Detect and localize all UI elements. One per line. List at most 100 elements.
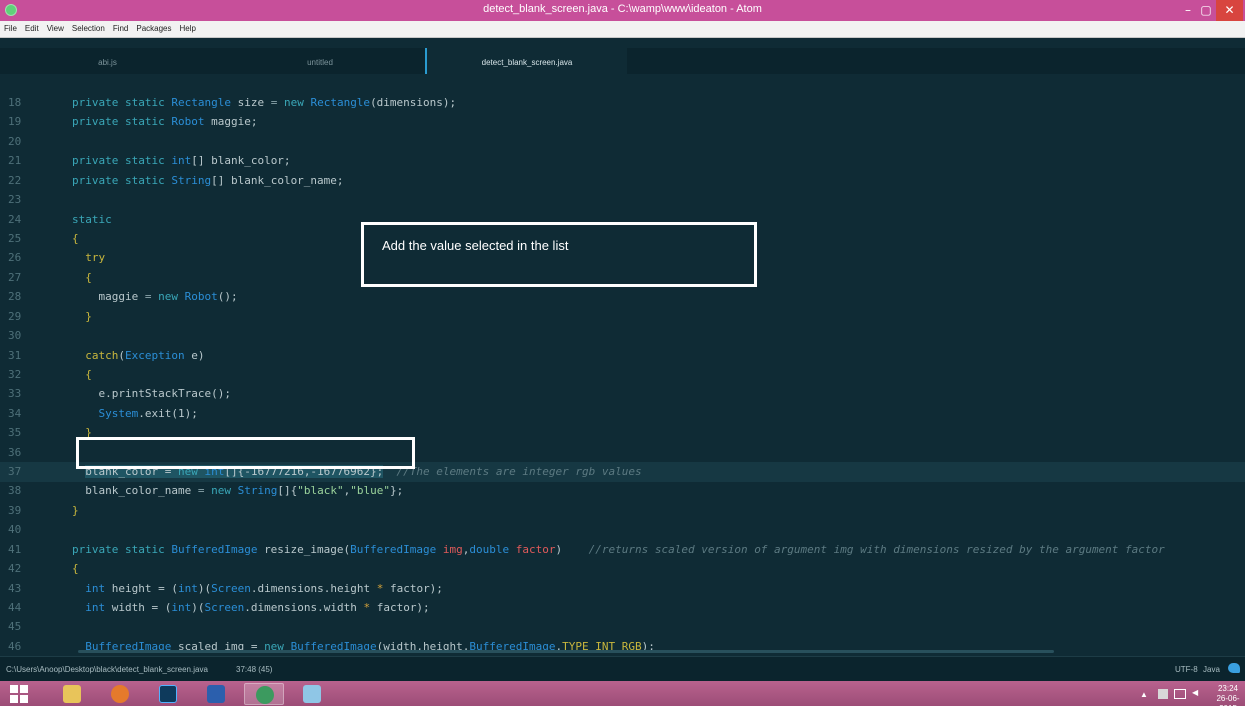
status-grammar[interactable]: Java — [1203, 665, 1220, 674]
code-text: private static BufferedImage resize_imag… — [72, 543, 1165, 556]
highlight-box — [76, 437, 415, 469]
code-line[interactable]: 39} — [0, 501, 1245, 521]
menu-view[interactable]: View — [43, 21, 68, 33]
code-text: private static String[] blank_color_name… — [72, 174, 344, 187]
menu-file[interactable]: File — [0, 21, 21, 33]
line-number: 25 — [8, 232, 22, 245]
horizontal-scrollbar[interactable] — [78, 650, 1054, 653]
code-line[interactable]: 41 private static BufferedImage resize_im… — [0, 540, 1245, 560]
code-text: } — [85, 310, 92, 323]
menu-packages[interactable]: Packages — [132, 21, 175, 33]
code-line[interactable]: 28 maggie = new Robot(); — [0, 287, 1245, 307]
code-text: int width = (int)(Screen.dimensions.widt… — [85, 601, 430, 614]
line-number: 43 — [8, 582, 22, 595]
menu-help[interactable]: Help — [176, 21, 200, 33]
network-icon[interactable] — [1174, 689, 1186, 699]
line-number: 29 — [8, 310, 22, 323]
speaker-icon[interactable]: ◀ — [1192, 688, 1198, 697]
line-number: 18 — [8, 96, 22, 109]
tab-abi-js[interactable]: abi.js — [0, 48, 215, 74]
code-text: { — [72, 232, 79, 245]
tab-bar: abi.js untitled detect_blank_screen.java — [0, 48, 1245, 74]
line-number: 26 — [8, 251, 22, 264]
code-line[interactable]: 18 private static Rectangle size = new Re… — [0, 93, 1245, 113]
line-number: 20 — [8, 135, 22, 148]
line-number: 30 — [8, 329, 22, 342]
code-line[interactable]: 20 — [0, 132, 1245, 152]
line-number: 34 — [8, 407, 22, 420]
status-encoding[interactable]: UTF-8 — [1175, 665, 1198, 674]
code-line[interactable]: 34 System.exit(1); — [0, 404, 1245, 424]
photoshop-icon — [159, 685, 177, 703]
code-line[interactable]: 31 catch(Exception e) — [0, 346, 1245, 366]
code-line[interactable]: 21 private static int[] blank_color; — [0, 151, 1245, 171]
code-line[interactable]: 22 private static String[] blank_color_na… — [0, 171, 1245, 191]
menu-edit[interactable]: Edit — [21, 21, 43, 33]
line-number: 27 — [8, 271, 22, 284]
code-text: System.exit(1); — [98, 407, 198, 420]
folder-icon — [63, 685, 81, 703]
code-text: catch(Exception e) — [85, 349, 205, 362]
system-clock[interactable]: 23:24 26-06-2015 — [1212, 684, 1244, 706]
atom-taskbar-button[interactable] — [244, 683, 284, 705]
minimize-button[interactable]: – — [1179, 0, 1197, 21]
code-line[interactable]: 33 e.printStackTrace(); — [0, 384, 1245, 404]
line-number: 31 — [8, 349, 22, 362]
code-text: private static int[] blank_color; — [72, 154, 291, 167]
line-number: 45 — [8, 620, 22, 633]
status-file-path[interactable]: C:\Users\Anoop\Desktop\black\detect_blan… — [6, 665, 208, 674]
tab-detect-blank-screen[interactable]: detect_blank_screen.java — [425, 48, 627, 74]
code-text: maggie = new Robot(); — [98, 290, 238, 303]
window-title: detect_blank_screen.java - C:\wamp\www\i… — [483, 3, 762, 15]
code-line[interactable]: 40 — [0, 520, 1245, 540]
code-text: { — [85, 271, 92, 284]
firefox-icon — [111, 685, 129, 703]
notepad-taskbar-button[interactable] — [292, 683, 332, 705]
code-line[interactable]: 29 } — [0, 307, 1245, 327]
clock-time: 23:24 — [1217, 684, 1239, 693]
notepad-icon — [303, 685, 321, 703]
menu-find[interactable]: Find — [109, 21, 133, 33]
line-number: 32 — [8, 368, 22, 381]
menu-selection[interactable]: Selection — [68, 21, 109, 33]
line-number: 33 — [8, 387, 22, 400]
code-line[interactable]: 38 blank_color_name = new String[]{"blac… — [0, 481, 1245, 501]
line-number: 35 — [8, 426, 22, 439]
code-text: private static Rectangle size = new Rect… — [72, 96, 457, 109]
line-number: 38 — [8, 484, 22, 497]
flag-icon[interactable] — [1158, 689, 1168, 699]
file-explorer-taskbar-button[interactable] — [52, 683, 92, 705]
line-number: 36 — [8, 446, 22, 459]
tray-arrow-icon[interactable]: ▲ — [1140, 690, 1148, 699]
tab-untitled[interactable]: untitled — [215, 48, 425, 74]
close-button[interactable]: ✕ — [1216, 0, 1243, 21]
code-text: e.printStackTrace(); — [98, 387, 231, 400]
atom-icon — [256, 686, 274, 704]
line-number: 44 — [8, 601, 22, 614]
annotation-text: Add the value selected in the list — [382, 238, 569, 253]
code-line[interactable]: 42 { — [0, 559, 1245, 579]
word-icon — [207, 685, 225, 703]
code-line[interactable]: 32 { — [0, 365, 1245, 385]
code-line[interactable]: 43 int height = (int)(Screen.dimensions.… — [0, 579, 1245, 599]
windows-start-icon[interactable] — [10, 685, 28, 703]
code-line[interactable]: 23 — [0, 190, 1245, 210]
feedback-bird-icon[interactable] — [1228, 663, 1240, 673]
annotation-callout: Add the value selected in the list — [361, 222, 757, 287]
code-line[interactable]: 19 private static Robot maggie; — [0, 112, 1245, 132]
menu-bar: File Edit View Selection Find Packages Help — [0, 21, 1245, 38]
word-taskbar-button[interactable] — [196, 683, 236, 705]
code-line[interactable]: 30 — [0, 326, 1245, 346]
code-text: blank_color_name = new String[]{"black",… — [85, 484, 404, 497]
photoshop-taskbar-button[interactable] — [148, 683, 188, 705]
line-number: 41 — [8, 543, 22, 556]
code-text: } — [72, 504, 79, 517]
code-line[interactable]: 45 — [0, 617, 1245, 637]
code-line[interactable]: 44 int width = (int)(Screen.dimensions.w… — [0, 598, 1245, 618]
firefox-taskbar-button[interactable] — [100, 683, 140, 705]
status-cursor-position[interactable]: 37:48 (45) — [236, 665, 272, 674]
code-line[interactable]: 46 BufferedImage scaled_img = new Buffer… — [0, 637, 1245, 651]
line-number: 19 — [8, 115, 22, 128]
line-number: 40 — [8, 523, 22, 536]
maximize-button[interactable]: ▢ — [1197, 0, 1215, 21]
